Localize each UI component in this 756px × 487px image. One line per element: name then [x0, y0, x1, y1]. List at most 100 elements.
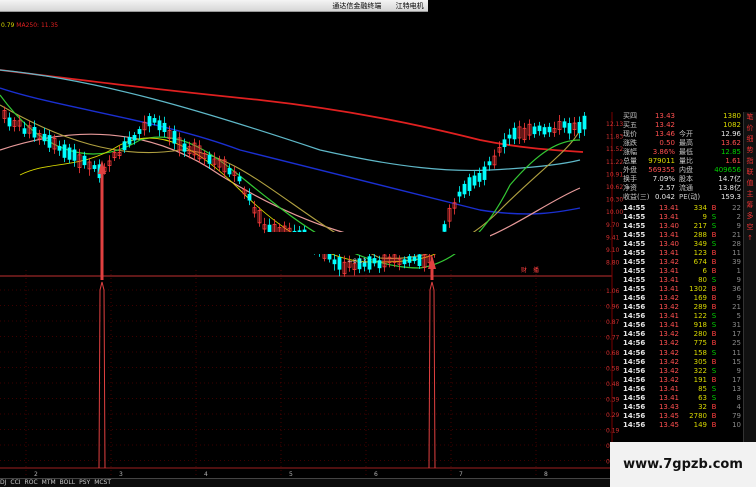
tick-count: 9: [736, 294, 741, 303]
ma-legend-first: 0.79: [1, 22, 15, 29]
side-tab[interactable]: 联: [744, 167, 756, 178]
quote-label-2: 流通: [679, 184, 693, 192]
candle-body: [417, 254, 422, 266]
tick-time: 14:56: [623, 393, 646, 402]
tick-time: 14:55: [623, 249, 646, 258]
tick-volume: 775: [693, 339, 707, 348]
candle-body: [567, 123, 572, 134]
candle-body: [132, 135, 137, 141]
tick-count: 11: [732, 348, 741, 357]
candle-body: [457, 191, 462, 197]
tick-time: 14:56: [623, 357, 646, 366]
side-tab[interactable]: 势: [744, 145, 756, 156]
redaction-box: [428, 0, 756, 112]
tick-price: 13.42: [658, 303, 679, 312]
indicator-axis-label: 0.68: [606, 350, 620, 357]
indicator-tab-bar: DJ CCI ROC MTM BOLL PSY MCST: [0, 478, 610, 487]
tick-direction: S: [711, 384, 717, 393]
quote-label-2: 量比: [679, 157, 693, 165]
side-tab[interactable]: 筹: [744, 200, 756, 211]
tick-direction: S: [711, 222, 717, 231]
tick-count: 5: [736, 312, 741, 321]
tick-price: 13.45: [658, 420, 679, 429]
quote-label-2: [675, 121, 701, 130]
candle-body: [367, 256, 372, 270]
tick-price: 13.41: [658, 231, 679, 240]
indicator-tab[interactable]: MCST: [94, 479, 111, 486]
side-tab[interactable]: 值: [744, 178, 756, 189]
tick-count: 39: [732, 258, 741, 267]
side-tab[interactable]: 空: [744, 222, 756, 233]
quote-row: 总量 979011 量比 1.61: [623, 157, 743, 166]
tick-time: 14:55: [623, 204, 646, 212]
quote-value-2: 409656: [714, 166, 741, 174]
quote-value: 569355: [648, 166, 675, 174]
candle-body: [472, 175, 477, 186]
tick-price: 13.42: [658, 357, 679, 366]
side-tab[interactable]: 价: [744, 123, 756, 134]
x-axis-label: 8: [544, 471, 548, 478]
quote-value-2: 1380: [723, 112, 741, 120]
tick-volume: 32: [698, 402, 707, 411]
tick-volume: 9: [702, 213, 707, 222]
tick-time: 14:56: [623, 402, 646, 411]
indicator-tab[interactable]: MTM: [42, 479, 56, 486]
candle-body: [582, 115, 587, 130]
side-tab[interactable]: 多: [744, 211, 756, 222]
tick-time: 14:55: [623, 240, 646, 249]
side-tab[interactable]: ↑: [744, 233, 756, 244]
candle-body: [7, 117, 12, 127]
tick-time: 14:55: [623, 213, 646, 222]
tick-time: 14:56: [623, 303, 646, 312]
indicator-tab[interactable]: ROC: [25, 479, 38, 486]
quote-label-2: [675, 112, 701, 121]
quote-value-2: 13.62: [720, 139, 741, 147]
side-tab[interactable]: 细: [744, 134, 756, 145]
tick-volume: 2780: [689, 411, 707, 420]
price-axis-label: 12.13: [606, 121, 623, 128]
indicator-tab[interactable]: PSY: [79, 479, 90, 486]
signal-spike: [428, 281, 436, 469]
indicator-tab[interactable]: DJ: [0, 479, 6, 486]
side-tab[interactable]: 笔: [744, 112, 756, 123]
indicator-tab[interactable]: BOLL: [60, 479, 75, 486]
indicator-tab[interactable]: CCI: [10, 479, 20, 486]
indicator-axis-label: 0.19: [606, 428, 620, 435]
tick-time: 14:56: [623, 348, 646, 357]
fin-tag-cai[interactable]: 财: [521, 265, 527, 274]
signal-spike: [98, 281, 106, 469]
tick-volume: 122: [693, 312, 707, 321]
tick-direction: B: [711, 375, 717, 384]
tick-price: 13.41: [658, 285, 679, 294]
tick-row: 14:56 13.41 918 S 31: [623, 321, 743, 330]
candle-body: [147, 116, 152, 127]
tick-list[interactable]: 14:55 13.41 334 B 22 14:55 13.41 9 S 2 14:55 13.40 2…: [623, 204, 743, 430]
fin-tag-bo[interactable]: 播: [533, 265, 539, 274]
tick-volume: 289: [693, 303, 707, 312]
tick-volume: 280: [693, 330, 707, 339]
tick-row: 14:56 13.42 775 B 25: [623, 339, 743, 348]
tick-row: 14:55 13.41 334 B 22: [623, 204, 743, 213]
tick-price: 13.41: [658, 393, 679, 402]
side-tab[interactable]: 指: [744, 156, 756, 167]
candle-body: [577, 121, 582, 134]
indicator-axis-label: 0.77: [606, 335, 620, 342]
tick-price: 13.42: [658, 258, 679, 267]
quote-label: 涨幅: [623, 148, 637, 156]
tick-time: 14:55: [623, 258, 646, 267]
tick-row: 14:55 13.41 80 S 9: [623, 276, 743, 285]
candle-body: [237, 176, 242, 182]
tick-time: 14:56: [623, 375, 646, 384]
tick-row: 14:55 13.41 123 B 11: [623, 249, 743, 258]
side-tab[interactable]: 主: [744, 189, 756, 200]
tick-price: 13.41: [658, 267, 679, 276]
tick-price: 13.43: [658, 402, 679, 411]
candle-body: [507, 134, 512, 139]
quote-value-2: 14.7亿: [718, 175, 741, 183]
tick-volume: 169: [693, 294, 707, 303]
x-axis-label: 4: [204, 471, 208, 478]
tick-count: 1: [736, 267, 741, 276]
quote-value: 13.43: [654, 112, 675, 120]
quote-row: 收益(三) 0.042 PE(动) 159.3: [623, 193, 743, 202]
price-axis-label: 10.62: [606, 184, 623, 191]
